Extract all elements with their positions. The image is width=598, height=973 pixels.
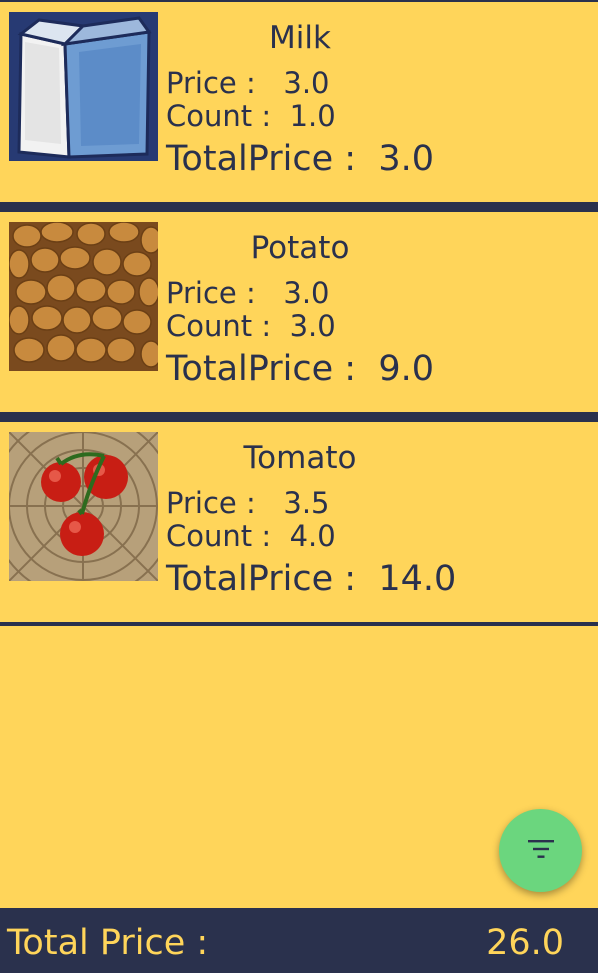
total-price-label: TotalPrice : [166, 559, 357, 599]
total-price-row: TotalPrice : 9.0 [166, 348, 434, 390]
count-row: Count : 4.0 [166, 520, 336, 553]
price-value: 3.5 [283, 486, 330, 520]
count-label: Count : [166, 99, 272, 133]
total-price-label: TotalPrice : [166, 349, 357, 389]
total-price-row: TotalPrice : 3.0 [166, 138, 434, 180]
product-item-tomato[interactable]: Tomato Price : 3.5 Count : 4.0 TotalPric… [0, 420, 598, 622]
count-value: 1.0 [289, 99, 336, 133]
milk-carton-image [9, 12, 158, 161]
total-price-label: Total Price : [7, 923, 209, 963]
count-label: Count : [166, 519, 272, 553]
total-price-value: 14.0 [378, 559, 457, 599]
count-value: 4.0 [289, 519, 336, 553]
item-divider [0, 622, 598, 626]
price-row: Price : 3.0 [166, 67, 330, 100]
product-name: Potato [250, 230, 350, 266]
total-price-bar: Total Price : 26.0 [0, 908, 598, 973]
product-item-milk[interactable]: Milk Price : 3.0 Count : 1.0 TotalPrice … [0, 0, 598, 202]
total-price-value: 9.0 [378, 349, 434, 389]
price-row: Price : 3.0 [166, 277, 330, 310]
price-value: 3.0 [283, 66, 330, 100]
price-label: Price : [166, 486, 256, 520]
total-price-value: 3.0 [378, 139, 434, 179]
price-row: Price : 3.5 [166, 487, 330, 520]
count-row: Count : 3.0 [166, 310, 336, 343]
product-name: Tomato [243, 440, 357, 476]
count-label: Count : [166, 309, 272, 343]
total-price-label: TotalPrice : [166, 139, 357, 179]
filter-icon [527, 838, 555, 864]
product-name: Milk [269, 20, 331, 56]
product-item-potato[interactable]: Potato Price : 3.0 Count : 3.0 TotalPric… [0, 210, 598, 412]
potatoes-image [9, 222, 158, 371]
price-value: 3.0 [283, 276, 330, 310]
filter-button[interactable] [499, 809, 582, 892]
tomatoes-image [9, 432, 158, 581]
total-price-row: TotalPrice : 14.0 [166, 558, 456, 600]
price-label: Price : [166, 66, 256, 100]
count-value: 3.0 [289, 309, 336, 343]
total-price-value: 26.0 [486, 923, 564, 963]
price-label: Price : [166, 276, 256, 310]
count-row: Count : 1.0 [166, 100, 336, 133]
